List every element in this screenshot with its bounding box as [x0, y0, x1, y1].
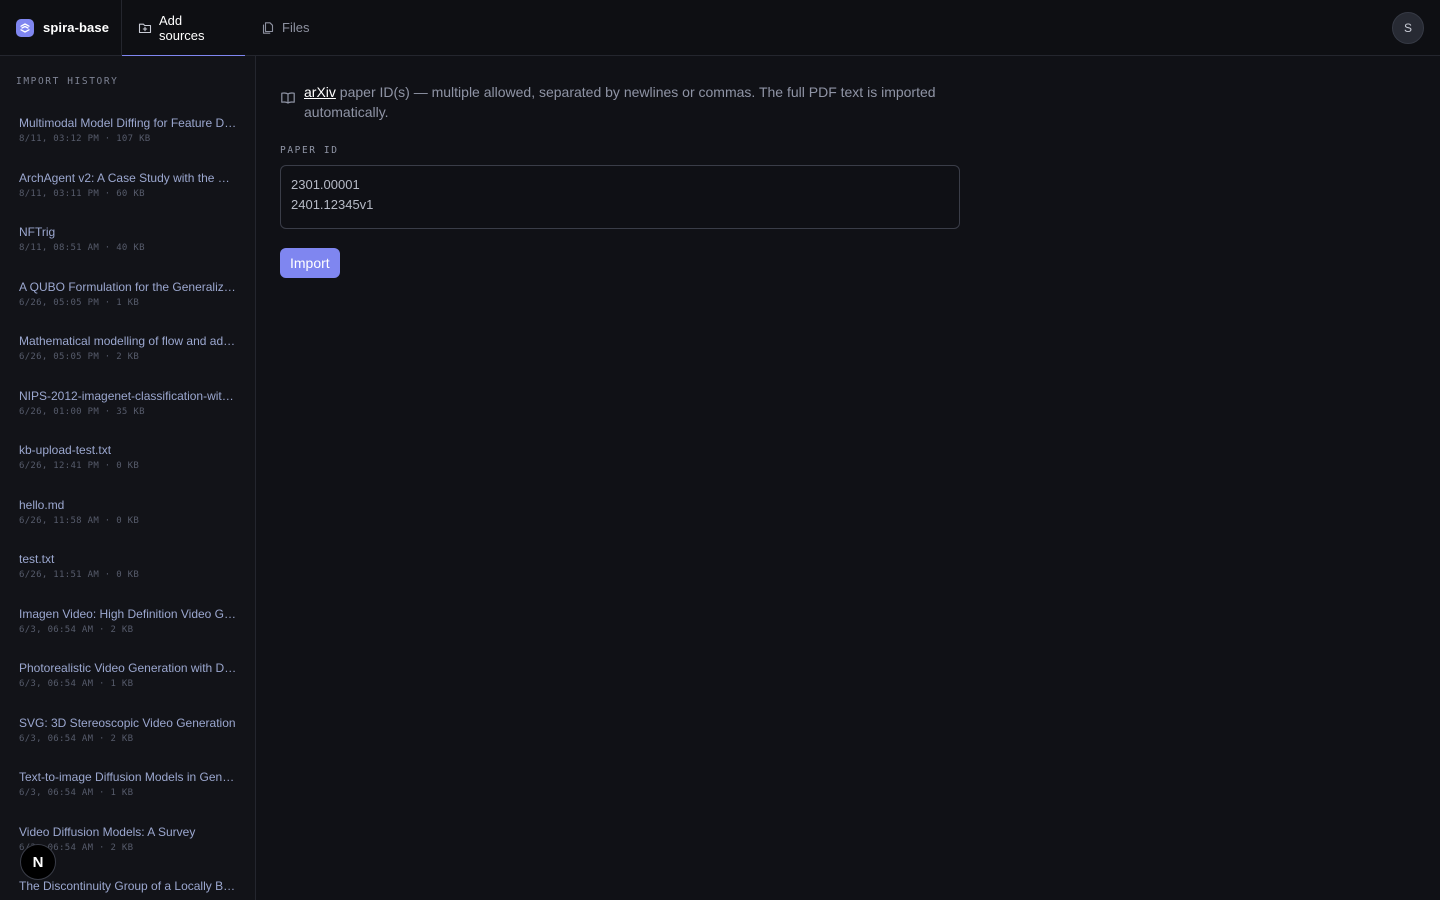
history-item-meta: 6/3, 06:54 AM · 1 KB	[19, 788, 134, 798]
history-item-title: Photorealistic Video Generation with Dif…	[19, 661, 237, 675]
tab-files-label: Files	[282, 20, 310, 35]
history-item-title: SVG: 3D Stereoscopic Video Generation	[19, 715, 236, 730]
history-item-title: Video Diffusion Models: A Survey	[19, 824, 196, 839]
folder-plus-icon	[138, 23, 152, 33]
history-item-title: Multimodal Model Diffing for Feature Dis…	[19, 116, 237, 130]
add-sources-panel: arXiv paper ID(s) — multiple allowed, se…	[280, 56, 980, 278]
history-item-title: NFTrig	[19, 225, 56, 239]
spira-logo-icon	[16, 18, 34, 37]
history-item-title: hello.md	[19, 497, 65, 512]
import-button[interactable]: Import	[280, 248, 340, 278]
history-item[interactable]: Mathematical modelling of flow and adsor…	[0, 323, 255, 378]
arxiv-link[interactable]: arXiv	[304, 84, 336, 100]
import-history-sidebar: IMPORT HISTORY Multimodal Model Diffing …	[0, 56, 256, 900]
history-list: Multimodal Model Diffing for Feature Dis…	[0, 105, 255, 900]
history-item-title: Text-to-image Diffusion Models in Genera…	[19, 770, 237, 784]
history-item-title: ArchAgent v2: A Case Study with the Diff…	[19, 170, 237, 185]
sidebar-heading: IMPORT HISTORY	[16, 76, 119, 87]
history-item[interactable]: ArchAgent v2: A Case Study with the Diff…	[0, 160, 255, 215]
top-bar: spira-base Add sources Files S	[0, 0, 1440, 57]
history-item-meta: 6/26, 11:58 AM · 0 KB	[19, 515, 140, 526]
tab-add-sources-label: Add sources	[159, 12, 205, 43]
history-item[interactable]: test.txt 6/26, 11:51 AM · 0 KB	[0, 541, 255, 596]
history-item[interactable]: Text-to-image Diffusion Models in Genera…	[0, 759, 255, 814]
history-item-meta: 6/26, 01:00 PM · 35 KB	[19, 406, 145, 417]
history-item-title: kb-upload-test.txt	[19, 443, 112, 457]
history-item-title: test.txt	[19, 552, 55, 566]
history-item-meta: 6/3, 06:54 AM · 2 KB	[19, 624, 134, 635]
brand-name: spira-base	[43, 20, 110, 35]
history-item[interactable]: NFTrig 8/11, 08:51 AM · 40 KB	[0, 214, 255, 269]
n-logo-badge[interactable]: N	[20, 844, 56, 880]
history-item-meta: 6/26, 12:41 PM · 0 KB	[19, 461, 140, 471]
files-icon	[262, 21, 274, 34]
description-text: arXiv paper ID(s) — multiple allowed, se…	[304, 82, 980, 122]
history-item-title: NIPS-2012-imagenet-classification-with-d…	[19, 388, 237, 403]
history-item[interactable]: hello.md 6/26, 11:58 AM · 0 KB	[0, 487, 255, 542]
history-item[interactable]: Multimodal Model Diffing for Feature Dis…	[0, 105, 255, 160]
tab-add-sources[interactable]: Add sources	[122, 0, 245, 57]
history-item-meta: 6/26, 05:05 PM · 1 KB	[19, 297, 140, 308]
history-item-meta: 8/11, 03:12 PM · 107 KB	[19, 134, 151, 144]
history-item-meta: 6/3, 06:54 AM · 1 KB	[19, 679, 134, 689]
brand[interactable]: spira-base	[0, 0, 122, 56]
user-avatar[interactable]: S	[1392, 12, 1424, 44]
history-item-title: Mathematical modelling of flow and adsor…	[19, 334, 237, 348]
history-item-title: Imagen Video: High Definition Video Gene…	[19, 606, 237, 621]
paper-id-input[interactable]: 2301.00001 2401.12345v1	[280, 165, 960, 229]
history-item-meta: 6/3, 06:54 AM · 2 KB	[19, 733, 134, 744]
book-open-icon	[281, 92, 295, 104]
tab-files[interactable]: Files	[245, 0, 325, 56]
arxiv-description: arXiv paper ID(s) — multiple allowed, se…	[280, 82, 980, 122]
history-item[interactable]: NIPS-2012-imagenet-classification-with-d…	[0, 378, 255, 433]
history-item-meta: 8/11, 03:11 PM · 60 KB	[19, 188, 145, 199]
history-item[interactable]: Photorealistic Video Generation with Dif…	[0, 650, 255, 705]
history-item[interactable]: SVG: 3D Stereoscopic Video Generation 6/…	[0, 705, 255, 760]
history-item-meta: 6/26, 11:51 AM · 0 KB	[19, 570, 140, 580]
paper-id-label: PAPER ID	[280, 145, 339, 156]
history-item-title: The Discontinuity Group of a Locally Bou…	[19, 879, 237, 893]
history-item[interactable]: Imagen Video: High Definition Video Gene…	[0, 596, 255, 651]
history-item-title: A QUBO Formulation for the Generalized P…	[19, 279, 237, 294]
history-item-meta: 6/26, 05:05 PM · 2 KB	[19, 352, 140, 362]
history-item[interactable]: A QUBO Formulation for the Generalized P…	[0, 269, 255, 324]
description-body: paper ID(s) — multiple allowed, separate…	[304, 84, 936, 120]
history-item-meta: 8/11, 08:51 AM · 40 KB	[19, 243, 145, 253]
history-item[interactable]: kb-upload-test.txt 6/26, 12:41 PM · 0 KB	[0, 432, 255, 487]
